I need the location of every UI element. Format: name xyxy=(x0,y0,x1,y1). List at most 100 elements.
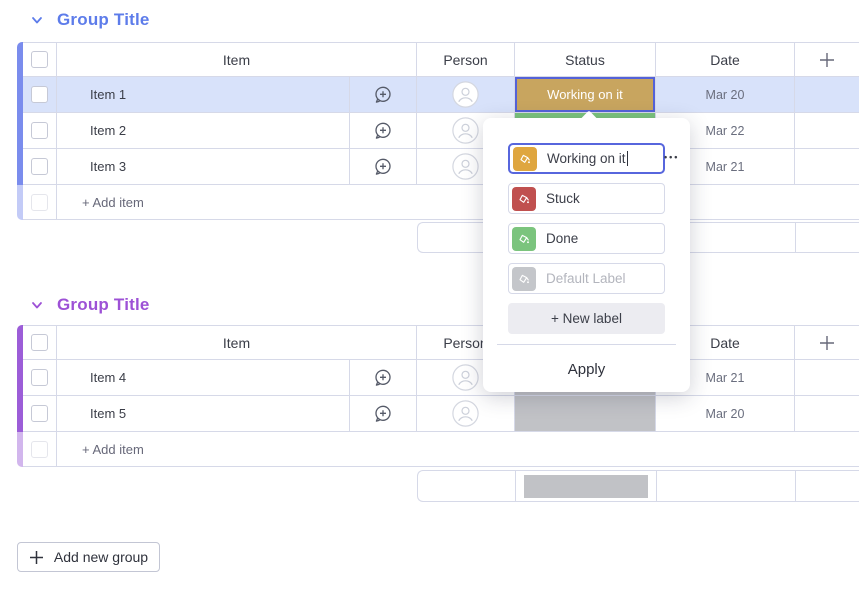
status-cell[interactable] xyxy=(515,396,656,431)
item-name-cell[interactable]: Item 2 xyxy=(57,113,350,148)
group-1-header: Group Title xyxy=(30,10,150,30)
text-cursor xyxy=(626,151,628,166)
person-avatar-icon xyxy=(452,153,479,180)
group-title[interactable]: Group Title xyxy=(57,295,150,315)
paint-bucket-icon[interactable] xyxy=(512,266,536,291)
apply-button[interactable]: Apply xyxy=(483,354,690,384)
column-header-item[interactable]: Item xyxy=(57,326,417,359)
new-label-button[interactable]: + New label xyxy=(508,303,665,334)
item-name-cell[interactable]: Item 3 xyxy=(57,149,350,184)
select-all-cell xyxy=(23,326,57,359)
person-cell[interactable] xyxy=(417,77,515,112)
add-new-group-label: Add new group xyxy=(53,549,149,565)
column-header-status[interactable]: Status xyxy=(515,43,656,76)
table-row: Item 3 Mar 21 xyxy=(23,149,859,185)
add-conversation-icon xyxy=(375,405,391,422)
group-2-table: Item Person Status Date Item 4 xyxy=(23,325,859,467)
plus-icon xyxy=(820,335,834,350)
column-header-date[interactable]: Date xyxy=(656,43,795,76)
empty-cell xyxy=(795,360,859,395)
add-new-group-button[interactable]: Add new group xyxy=(17,542,160,572)
add-conversation-icon xyxy=(375,86,391,103)
item-name-cell[interactable]: Item 1 xyxy=(57,77,350,112)
summary-status-cell xyxy=(516,471,657,501)
status-summary-battery[interactable] xyxy=(524,474,648,498)
label-input-value[interactable]: Working on it xyxy=(547,151,626,166)
add-item-row: + Add item xyxy=(23,185,859,220)
plus-icon xyxy=(29,550,43,564)
table-row: Item 5 Mar 20 xyxy=(23,396,859,432)
add-conversation-icon xyxy=(375,369,391,386)
person-avatar-icon xyxy=(452,117,479,144)
paint-bucket-icon[interactable] xyxy=(512,226,536,251)
status-muted-fill xyxy=(515,396,655,431)
group-2-header: Group Title xyxy=(30,295,150,315)
person-cell[interactable] xyxy=(417,396,515,431)
table-row: Item 4 Mar 21 xyxy=(23,360,859,396)
select-all-cell xyxy=(23,43,57,76)
add-column-button[interactable] xyxy=(795,43,859,76)
label-option-stuck[interactable]: Stuck xyxy=(508,183,665,214)
table-header-row: Item Person Status Date xyxy=(23,42,859,77)
summary-person-cell xyxy=(418,471,516,501)
conversation-cell[interactable] xyxy=(350,360,417,395)
date-cell[interactable]: Mar 20 xyxy=(656,77,795,112)
label-options-menu-icon[interactable]: ••• xyxy=(664,152,679,162)
add-column-button[interactable] xyxy=(795,326,859,359)
row-checkbox xyxy=(31,193,48,211)
summary-empty-cell xyxy=(796,471,859,501)
paint-bucket-icon[interactable] xyxy=(513,146,537,171)
label-option-default[interactable]: Default Label xyxy=(508,263,665,294)
table-row: Item 1 Working on it Mar 20 xyxy=(23,77,859,113)
status-cell[interactable]: Working on it xyxy=(515,77,656,112)
empty-cell xyxy=(795,113,859,148)
add-conversation-icon xyxy=(375,122,391,139)
label-edit-input[interactable]: Working on it xyxy=(508,143,665,174)
column-header-item[interactable]: Item xyxy=(57,43,417,76)
item-name-cell[interactable]: Item 4 xyxy=(57,360,350,395)
empty-cell xyxy=(795,77,859,112)
empty-cell xyxy=(795,149,859,184)
label-option-done[interactable]: Done xyxy=(508,223,665,254)
conversation-cell[interactable] xyxy=(350,113,417,148)
item-name-cell[interactable]: Item 5 xyxy=(57,396,350,431)
collapse-group-icon[interactable] xyxy=(30,298,44,312)
paint-bucket-icon[interactable] xyxy=(512,186,536,211)
group-summary-row xyxy=(417,470,859,502)
row-checkbox xyxy=(31,440,48,458)
row-checkbox[interactable] xyxy=(31,158,48,175)
row-checkbox[interactable] xyxy=(31,369,48,386)
add-item-button[interactable]: + Add item xyxy=(82,195,144,210)
plus-icon xyxy=(820,52,834,67)
popup-divider xyxy=(497,344,676,345)
collapse-group-icon[interactable] xyxy=(30,13,44,27)
select-all-checkbox[interactable] xyxy=(31,334,48,351)
add-conversation-icon xyxy=(375,158,391,175)
status-label-editor-popup: Working on it ••• Stuck Done Default Lab… xyxy=(483,110,690,392)
table-header-row: Item Person Status Date xyxy=(23,325,859,360)
label-option-text: Done xyxy=(546,231,579,246)
group-1-table: Item Person Status Date Item 1 Working o… xyxy=(23,42,859,220)
column-header-person[interactable]: Person xyxy=(417,43,515,76)
conversation-cell[interactable] xyxy=(350,149,417,184)
empty-cell xyxy=(795,396,859,431)
row-checkbox[interactable] xyxy=(31,86,48,103)
add-item-button[interactable]: + Add item xyxy=(82,442,144,457)
add-item-row: + Add item xyxy=(23,432,859,467)
person-avatar-icon xyxy=(452,400,479,427)
group-title[interactable]: Group Title xyxy=(57,10,150,30)
status-label-working: Working on it xyxy=(515,77,655,112)
label-option-text: Stuck xyxy=(546,191,580,206)
person-avatar-icon xyxy=(452,81,479,108)
board-canvas: Group Title Item Person Status Date Item… xyxy=(0,0,859,601)
row-checkbox[interactable] xyxy=(31,405,48,422)
date-cell[interactable]: Mar 20 xyxy=(656,396,795,431)
conversation-cell[interactable] xyxy=(350,77,417,112)
label-option-text: Default Label xyxy=(546,271,626,286)
select-all-checkbox[interactable] xyxy=(31,51,48,68)
summary-empty-cell xyxy=(796,223,859,252)
row-checkbox[interactable] xyxy=(31,122,48,139)
table-row: Item 2 Done Mar 22 xyxy=(23,113,859,149)
summary-date-cell xyxy=(657,471,796,501)
conversation-cell[interactable] xyxy=(350,396,417,431)
